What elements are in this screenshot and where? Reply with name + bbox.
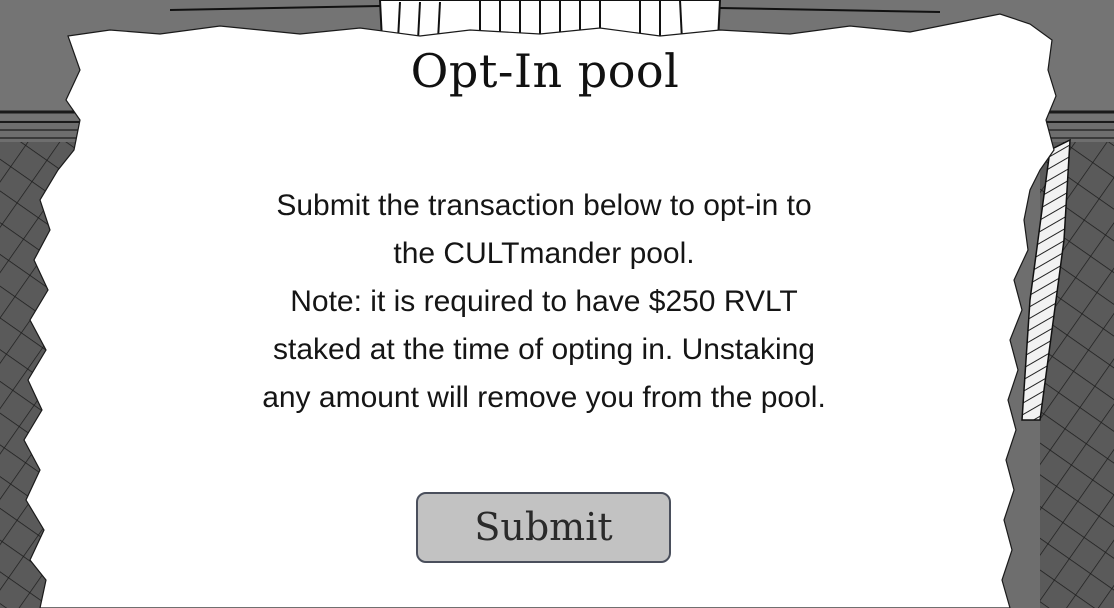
message-line: Submit the transaction below to opt-in t… xyxy=(276,189,812,222)
message-line: Note: it is required to have $250 RVLT xyxy=(290,285,798,318)
page-title: Opt-In pool xyxy=(410,44,680,98)
message-line: staked at the time of opting in. Unstaki… xyxy=(273,333,815,366)
opt-in-dialog: Opt-In pool Submit the transaction below… xyxy=(0,0,1114,608)
message-line: the CULTmander pool. xyxy=(393,237,695,270)
opt-in-message: Submit the transaction below to opt-in t… xyxy=(230,182,858,422)
message-line: any amount will remove you from the pool… xyxy=(262,381,826,414)
submit-button[interactable]: Submit xyxy=(416,492,671,563)
